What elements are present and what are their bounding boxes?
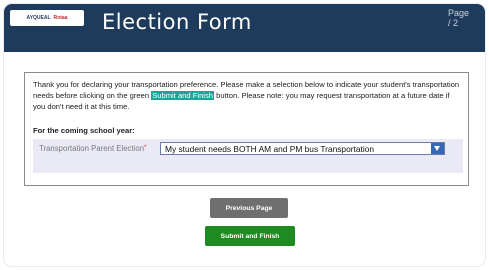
- section-heading: For the coming school year:: [33, 126, 135, 135]
- page-indicator-label: Page: [448, 8, 470, 18]
- page-indicator-total: / 2: [448, 18, 459, 28]
- transportation-election-row: Transportation Parent Election* My stude…: [33, 139, 463, 173]
- selected-option: My student needs BOTH AM and PM bus Tran…: [165, 144, 375, 154]
- window: AYQUEAL Rotaa Election Form Page / 2 Tha…: [4, 4, 485, 266]
- required-mark: *: [144, 145, 147, 151]
- submit-highlight: Submit and Finish: [151, 91, 214, 100]
- election-card: Thank you for declaring your transportat…: [24, 72, 469, 186]
- page-indicator: Page / 2: [448, 8, 478, 28]
- form-content: Thank you for declaring your transportat…: [4, 52, 485, 266]
- submit-and-finish-button[interactable]: Submit and Finish: [205, 226, 295, 246]
- page-title: Election Form: [102, 10, 252, 34]
- previous-page-button[interactable]: Previous Page: [210, 198, 288, 218]
- district-logo: AYQUEAL Rotaa: [10, 10, 84, 26]
- chevron-down-icon[interactable]: [431, 143, 444, 154]
- intro-text: Thank you for declaring your transportat…: [33, 80, 460, 111]
- transportation-election-label: Transportation Parent Election*: [39, 144, 147, 153]
- header-bar: AYQUEAL Rotaa Election Form Page / 2: [4, 4, 485, 52]
- transportation-election-select[interactable]: My student needs BOTH AM and PM bus Tran…: [160, 142, 445, 155]
